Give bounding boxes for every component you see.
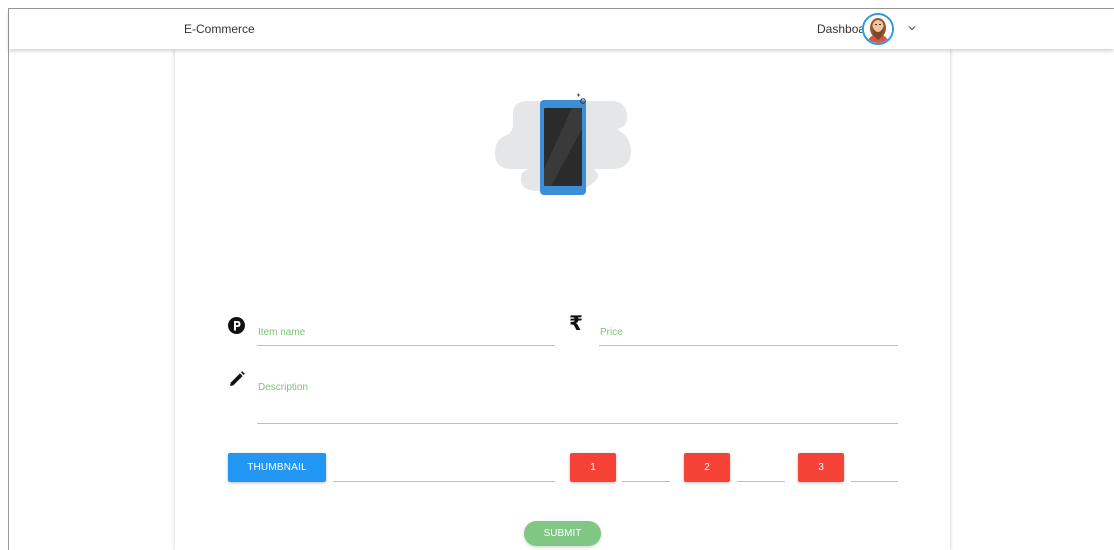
thumbnail-file-field[interactable] (333, 453, 555, 481)
image-3-button[interactable]: 3 (798, 453, 844, 482)
description-underline (257, 423, 898, 424)
item-name-underline (257, 345, 555, 346)
image-3-file-field[interactable] (851, 453, 898, 481)
navbar: E-Commerce Dashboard (9, 9, 1114, 49)
price-underline (599, 345, 898, 346)
image-1-underline (622, 481, 670, 482)
chevron-down-icon[interactable] (908, 24, 916, 32)
image-2-file-field[interactable] (737, 453, 785, 481)
image-1-file-field[interactable] (622, 453, 670, 481)
image-2-button[interactable]: 2 (684, 453, 730, 482)
item-name-input[interactable] (257, 315, 555, 345)
price-input[interactable] (599, 315, 898, 345)
parking-icon (228, 317, 245, 334)
rupee-icon: ₹ (569, 311, 583, 335)
submit-button[interactable]: SUBMIT (524, 521, 601, 546)
add-product-card: Item name ₹ Price Description THUMBNAIL … (175, 49, 950, 550)
thumbnail-button[interactable]: THUMBNAIL (228, 453, 326, 482)
user-avatar[interactable] (862, 13, 894, 45)
thumbnail-file-underline (333, 481, 555, 482)
smartphone-illustration (495, 93, 631, 195)
description-textarea[interactable] (257, 369, 898, 423)
image-2-underline (737, 481, 785, 482)
brand-link[interactable]: E-Commerce (184, 22, 255, 36)
pencil-icon (230, 371, 245, 386)
avatar-bearded-man-icon (864, 15, 892, 43)
image-1-button[interactable]: 1 (570, 453, 616, 482)
browser-top-strip (0, 0, 1114, 8)
image-3-underline (851, 481, 898, 482)
